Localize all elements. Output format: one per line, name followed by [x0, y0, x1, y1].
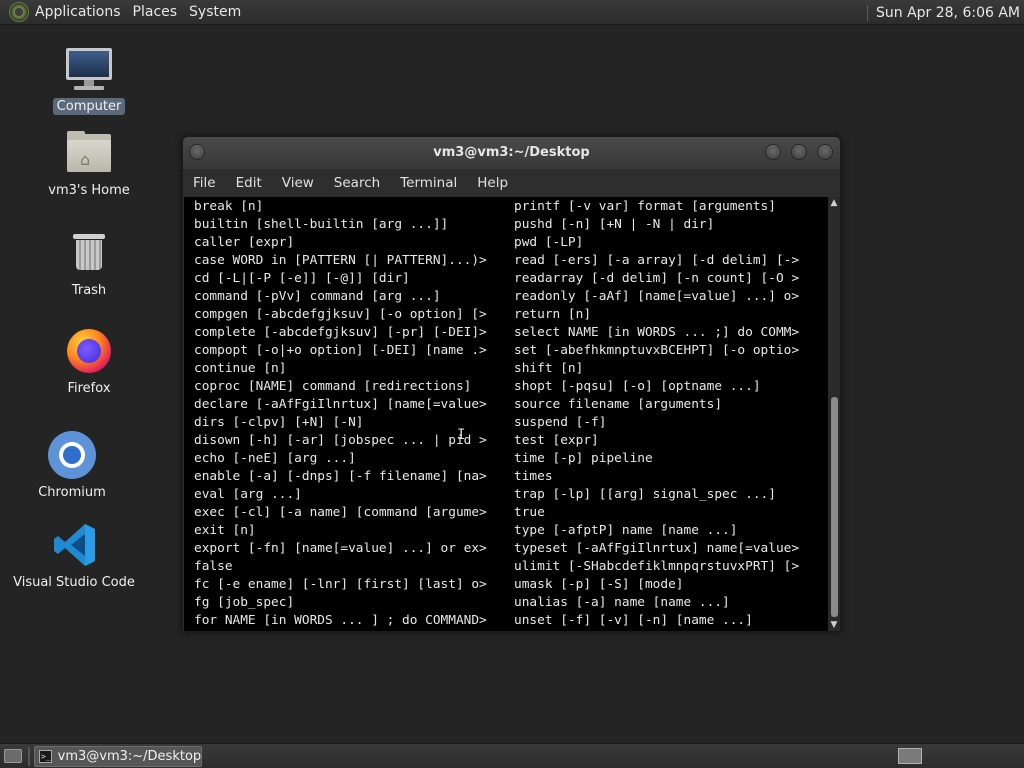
places-menu[interactable]: Places [133, 4, 186, 20]
help-line: pushd [-n] [+N | -N | dir] [514, 217, 715, 232]
desktop-icon-label: Computer [52, 98, 126, 115]
menu-edit[interactable]: Edit [226, 175, 272, 191]
computer-icon [64, 44, 114, 94]
taskbar-button-label: vm3@vm3:~/Desktop [57, 749, 202, 764]
scrollbar-thumb[interactable] [831, 397, 838, 617]
desktop-icon-label: vm3's Home [48, 183, 130, 198]
distro-logo-icon[interactable] [9, 2, 29, 22]
desktop-icon-label: Visual Studio Code [13, 575, 135, 590]
help-line: builtin [shell-builtin [arg ...]] [194, 217, 449, 232]
help-line: source filename [arguments] [514, 397, 723, 412]
top-panel: Applications Places System Sun Apr 28, 6… [0, 0, 1024, 25]
help-line: readarray [-d delim] [-n count] [-O > [514, 271, 800, 286]
panel-separator [866, 4, 868, 21]
trash-icon [64, 228, 114, 278]
vscode-icon [49, 520, 99, 570]
desktop-icon-trash[interactable]: Trash [24, 228, 154, 299]
desktop-icon-vscode[interactable]: Visual Studio Code [9, 520, 139, 591]
window-title-bar[interactable]: vm3@vm3:~/Desktop [183, 137, 840, 169]
close-button[interactable] [817, 144, 833, 160]
desktop-icon-chromium[interactable]: Chromium [7, 430, 137, 501]
menu-help[interactable]: Help [467, 175, 518, 191]
menu-terminal[interactable]: Terminal [390, 175, 467, 191]
help-line: pwd [-LP] [514, 235, 584, 250]
chromium-icon [47, 430, 97, 480]
help-column-left: break [n] builtin [shell-builtin [arg ...… [194, 198, 506, 630]
scroll-up-arrow-icon[interactable]: ▲ [828, 197, 840, 209]
desktop-icon-label: Chromium [38, 485, 106, 500]
taskbar-button-terminal[interactable]: >_ vm3@vm3:~/Desktop [34, 746, 202, 767]
help-line: times [514, 469, 553, 484]
help-line: trap [-lp] [[arg] signal_spec ...] [514, 487, 776, 502]
vertical-scrollbar[interactable]: ▲ ▼ [828, 197, 840, 631]
help-line: command [-pVv] command [arg ...] [194, 289, 441, 304]
help-line: readonly [-aAf] [name[=value] ...] o> [514, 289, 800, 304]
help-line: unalias [-a] name [name ...] [514, 595, 730, 610]
help-line: fc [-e ename] [-lnr] [first] [last] o> [194, 577, 487, 592]
window-title: vm3@vm3:~/Desktop [433, 145, 590, 160]
help-line: read [-ers] [-a array] [-d delim] [-> [514, 253, 800, 268]
help-line: false [194, 559, 233, 574]
maximize-button[interactable] [791, 144, 807, 160]
help-line: compgen [-abcdefgjksuv] [-o option] [> [194, 307, 487, 322]
help-line: shift [n] [514, 361, 584, 376]
help-line: caller [expr] [194, 235, 295, 250]
desktop-icon-label: Trash [71, 283, 107, 298]
desktop-icon-computer[interactable]: Computer [24, 44, 154, 115]
panel-separator [28, 747, 30, 766]
help-line: eval [arg ...] [194, 487, 302, 502]
home-folder-icon: ⌂ [64, 128, 114, 178]
help-line: true [514, 505, 545, 520]
desktop-icon-label: Firefox [67, 381, 111, 396]
help-line: cd [-L|[-P [-e]] [-@]] [dir] [194, 271, 410, 286]
terminal-icon: >_ [39, 750, 52, 763]
help-line: declare [-aAfFgiIlnrtux] [name[=value> [194, 397, 487, 412]
desktop-icon-home[interactable]: ⌂ vm3's Home [24, 128, 154, 199]
help-line: enable [-a] [-dnps] [-f filename] [na> [194, 469, 487, 484]
help-line: coproc [NAME] command [redirections] [194, 379, 472, 394]
minimize-button[interactable] [765, 144, 781, 160]
help-line: fg [job_spec] [194, 595, 295, 610]
terminal-window: vm3@vm3:~/Desktop File Edit View Search … [182, 136, 841, 632]
help-line: test [expr] [514, 433, 599, 448]
menu-search[interactable]: Search [324, 175, 390, 191]
help-line: exit [n] [194, 523, 256, 538]
help-line: compopt [-o|+o option] [-DEI] [name .> [194, 343, 487, 358]
firefox-icon [64, 326, 114, 376]
help-line: echo [-neE] [arg ...] [194, 451, 356, 466]
help-line: exec [-cl] [-a name] [command [argume> [194, 505, 487, 520]
help-line: time [-p] pipeline [514, 451, 653, 466]
help-line: typeset [-aAfFgiIlnrtux] name[=value> [514, 541, 800, 556]
help-line: case WORD in [PATTERN [| PATTERN]...)> [194, 253, 487, 268]
help-line: shopt [-pqsu] [-o] [optname ...] [514, 379, 761, 394]
help-line: type [-afptP] name [name ...] [514, 523, 738, 538]
menu-file[interactable]: File [183, 175, 226, 191]
desktop-icon-firefox[interactable]: Firefox [24, 326, 154, 397]
system-menu[interactable]: System [189, 4, 249, 20]
terminal-menu-bar: File Edit View Search Terminal Help [183, 169, 840, 197]
help-line: break [n] [194, 199, 264, 214]
bottom-panel: >_ vm3@vm3:~/Desktop [0, 743, 1024, 768]
help-line: printf [-v var] format [arguments] [514, 199, 776, 214]
help-line: complete [-abcdefgjksuv] [-pr] [-DEI]> [194, 325, 487, 340]
help-line: umask [-p] [-S] [mode] [514, 577, 684, 592]
help-line: return [n] [514, 307, 592, 322]
scroll-down-arrow-icon[interactable]: ▼ [828, 619, 840, 631]
help-line: set [-abefhkmnptuvxBCEHPT] [-o optio> [514, 343, 800, 358]
help-column-right: printf [-v var] format [arguments] pushd … [514, 198, 826, 630]
help-line: unset [-f] [-v] [-n] [name ...] [514, 613, 753, 628]
help-line: continue [n] [194, 361, 287, 376]
applications-menu[interactable]: Applications [35, 4, 129, 20]
help-line: suspend [-f] [514, 415, 607, 430]
menu-view[interactable]: View [272, 175, 324, 191]
text-cursor-icon: I [457, 427, 466, 443]
help-line: ulimit [-SHabcdefiklmnpqrstuvxPRT] [> [514, 559, 800, 574]
show-desktop-icon[interactable] [4, 749, 22, 763]
terminal-output[interactable]: break [n] builtin [shell-builtin [arg ...… [184, 197, 828, 631]
help-line: select NAME [in WORDS ... ;] do COMM> [514, 325, 800, 340]
workspace-switcher[interactable] [898, 748, 922, 764]
help-line: for NAME [in WORDS ... ] ; do COMMAND> [194, 613, 487, 628]
help-line: export [-fn] [name[=value] ...] or ex> [194, 541, 487, 556]
clock[interactable]: Sun Apr 28, 6:06 AM [876, 5, 1020, 21]
